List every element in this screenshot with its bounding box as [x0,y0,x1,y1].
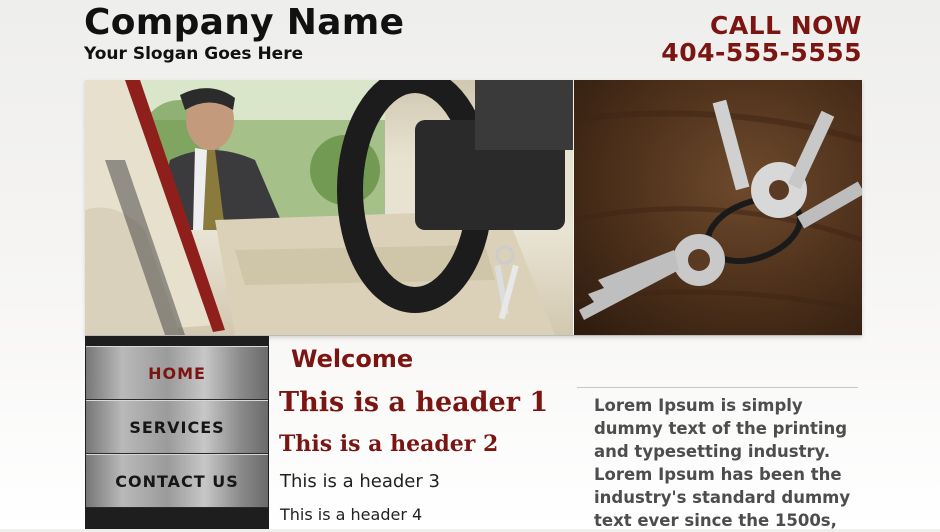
call-now: CALL NOW 404-555-5555 [661,12,862,66]
header-4: This is a header 4 [280,505,423,524]
slogan: Your Slogan Goes Here [84,44,304,64]
header-2: This is a header 2 [279,431,499,457]
hero-banner [85,80,862,336]
car-door-illustration [85,80,573,335]
lorem-text: Lorem Ipsum is simply dummy text of the … [594,396,851,530]
call-now-label: CALL NOW [709,11,862,40]
company-name: Company Name [84,2,405,43]
nav-item-home[interactable]: HOME [86,346,268,400]
sidebar-nav: HOME SERVICES CONTACT US [85,336,269,529]
nav-item-contact-us[interactable]: CONTACT US [86,454,268,508]
header-1: This is a header 1 [279,387,549,418]
phone-number[interactable]: 404-555-5555 [661,40,862,66]
hero-car-image [85,80,573,335]
nav-item-services[interactable]: SERVICES [86,400,268,454]
brand: Company Name Your Slogan Goes Here [84,2,404,64]
welcome-heading: Welcome [291,345,414,373]
content-divider [577,387,858,388]
header-3: This is a header 3 [280,471,440,492]
keys-illustration [574,99,862,320]
hero-keys-image [574,80,862,335]
